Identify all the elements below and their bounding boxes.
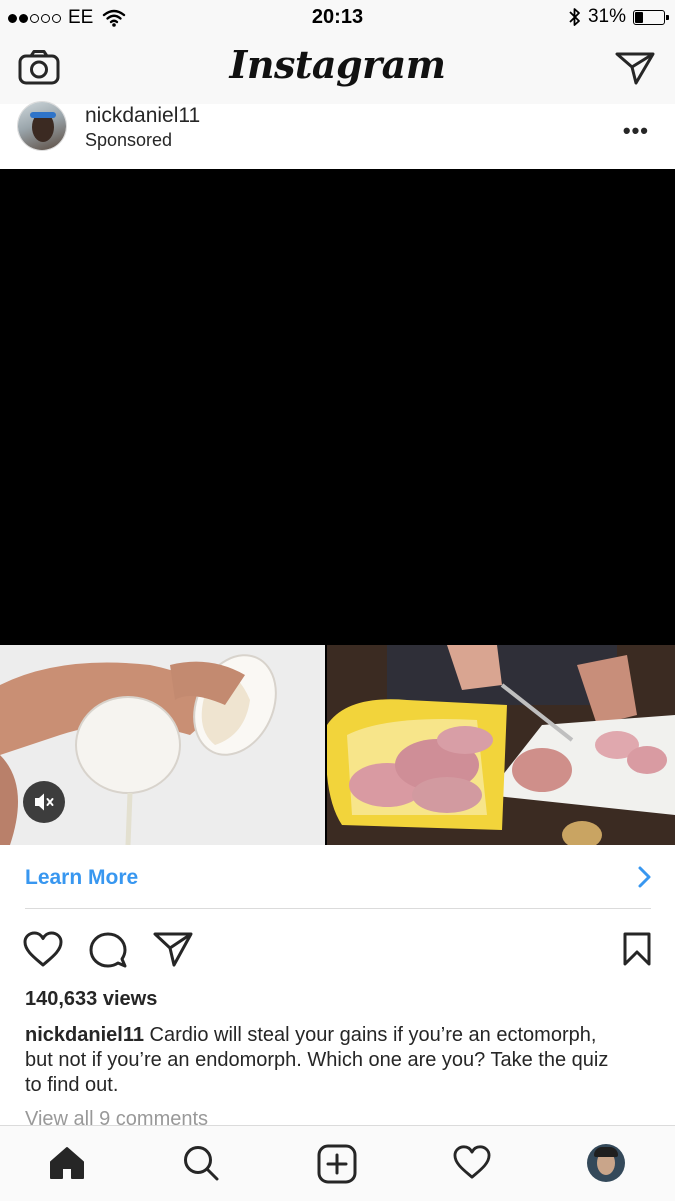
status-right: 31% [569,6,669,28]
instagram-logo: Instagram [229,42,446,87]
learn-more-link[interactable]: Learn More [25,866,138,890]
home-icon[interactable] [48,1144,86,1182]
mute-toggle-button[interactable] [23,781,65,823]
post-video[interactable] [0,169,675,845]
battery-icon [633,9,669,25]
battery-percent: 31% [587,6,626,27]
divider [25,908,651,909]
chevron-right-icon[interactable] [637,865,653,889]
avatar[interactable] [17,101,67,151]
like-heart-icon[interactable] [22,930,64,968]
top-navigation: Instagram [0,36,675,105]
search-icon[interactable] [182,1144,220,1182]
new-post-icon[interactable] [317,1144,357,1184]
bookmark-icon[interactable] [622,931,652,967]
direct-message-icon[interactable] [614,50,656,86]
post-caption: nickdaniel11 Cardio will steal your gain… [25,1023,625,1098]
post-username[interactable]: nickdaniel11 [85,104,200,128]
sponsored-label: Sponsored [85,130,173,150]
bluetooth-icon [569,8,580,26]
bottom-tab-bar [0,1125,675,1201]
status-bar: EE 20:13 31% [0,0,675,36]
speaker-muted-icon [35,793,54,811]
chicken-cutting-scene [327,645,675,845]
view-count[interactable]: 140,633 views [25,988,157,1011]
post-header: nickdaniel11 Sponsored ••• [0,101,675,169]
more-options-button[interactable]: ••• [623,118,649,144]
activity-icon[interactable] [452,1144,492,1180]
comment-icon[interactable] [88,930,128,970]
caption-username[interactable]: nickdaniel11 [25,1024,144,1046]
profile-avatar[interactable] [587,1144,625,1182]
learn-more-bar[interactable]: Learn More [0,845,675,909]
share-icon[interactable] [152,930,194,968]
